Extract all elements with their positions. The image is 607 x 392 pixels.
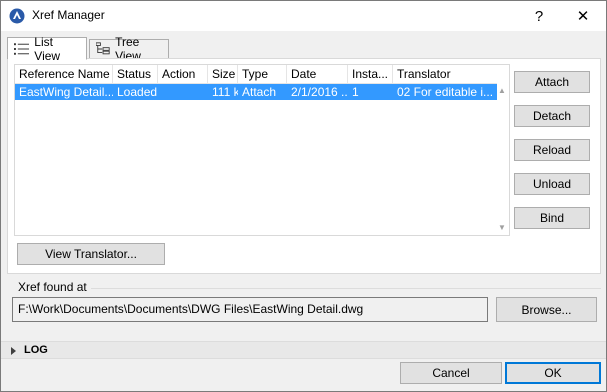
cell-type: Attach — [242, 85, 277, 99]
cell-status: Loaded — [117, 85, 158, 99]
tab-list-view[interactable]: List View — [7, 34, 87, 63]
scroll-down-icon[interactable]: ▼ — [498, 223, 506, 232]
attach-button[interactable]: Attach — [514, 71, 590, 93]
window-title: Xref Manager — [32, 8, 105, 22]
cancel-button[interactable]: Cancel — [400, 362, 502, 384]
cell-translator: 02 For editable i... — [397, 85, 494, 99]
scroll-up-icon[interactable]: ▲ — [498, 86, 506, 95]
xref-path-field[interactable]: F:\Work\Documents\Documents\DWG Files\Ea… — [12, 297, 488, 322]
column-header-type[interactable]: Type — [238, 65, 287, 84]
xref-app-icon — [9, 8, 25, 24]
xref-found-label: Xref found at — [18, 280, 87, 294]
ok-button[interactable]: OK — [505, 362, 601, 384]
tab-tree-view[interactable]: Tree View — [89, 35, 169, 63]
table-header: Reference Name Status Action Size Type D… — [15, 65, 497, 84]
detach-button[interactable]: Detach — [514, 105, 590, 127]
log-section-toggle[interactable]: LOG — [1, 341, 606, 359]
help-button[interactable]: ? — [517, 1, 561, 31]
column-header-translator[interactable]: Translator — [393, 65, 497, 84]
log-label: LOG — [24, 344, 48, 356]
cell-action — [158, 84, 208, 100]
vertical-scrollbar[interactable]: ▲ ▼ — [495, 84, 509, 235]
column-header-status[interactable]: Status — [113, 65, 158, 84]
bind-button[interactable]: Bind — [514, 207, 590, 229]
reload-button[interactable]: Reload — [514, 139, 590, 161]
help-icon: ? — [534, 7, 544, 25]
cell-instances: 1 — [352, 85, 359, 99]
xref-manager-dialog: Xref Manager ? ✕ List View Tree View Ref… — [0, 0, 607, 392]
title-bar: Xref Manager ? ✕ — [1, 1, 606, 31]
section-divider — [91, 288, 601, 289]
tab-label: List View — [34, 34, 61, 63]
list-view-icon — [14, 42, 30, 55]
view-translator-button[interactable]: View Translator... — [17, 243, 165, 265]
column-header-date[interactable]: Date — [287, 65, 348, 84]
browse-button[interactable]: Browse... — [496, 297, 597, 322]
column-header-action[interactable]: Action — [158, 65, 208, 84]
cell-reference-name: EastWing Detail.... — [19, 85, 113, 99]
tree-view-icon — [96, 42, 110, 55]
column-header-reference-name[interactable]: Reference Name — [15, 65, 113, 84]
list-view-panel: Reference Name Status Action Size Type D… — [7, 58, 601, 274]
column-header-size[interactable]: Size — [208, 65, 238, 84]
close-button[interactable]: ✕ — [561, 1, 605, 31]
xref-table[interactable]: Reference Name Status Action Size Type D… — [14, 64, 510, 236]
expand-arrow-icon — [11, 347, 16, 355]
column-header-instances[interactable]: Insta... — [348, 65, 393, 84]
cell-date: 2/1/2016 ... — [291, 85, 348, 99]
table-row[interactable]: EastWing Detail.... Loaded 111 k Attach … — [15, 84, 497, 100]
close-icon: ✕ — [576, 8, 590, 25]
unload-button[interactable]: Unload — [514, 173, 590, 195]
cell-size: 111 k — [212, 85, 238, 99]
